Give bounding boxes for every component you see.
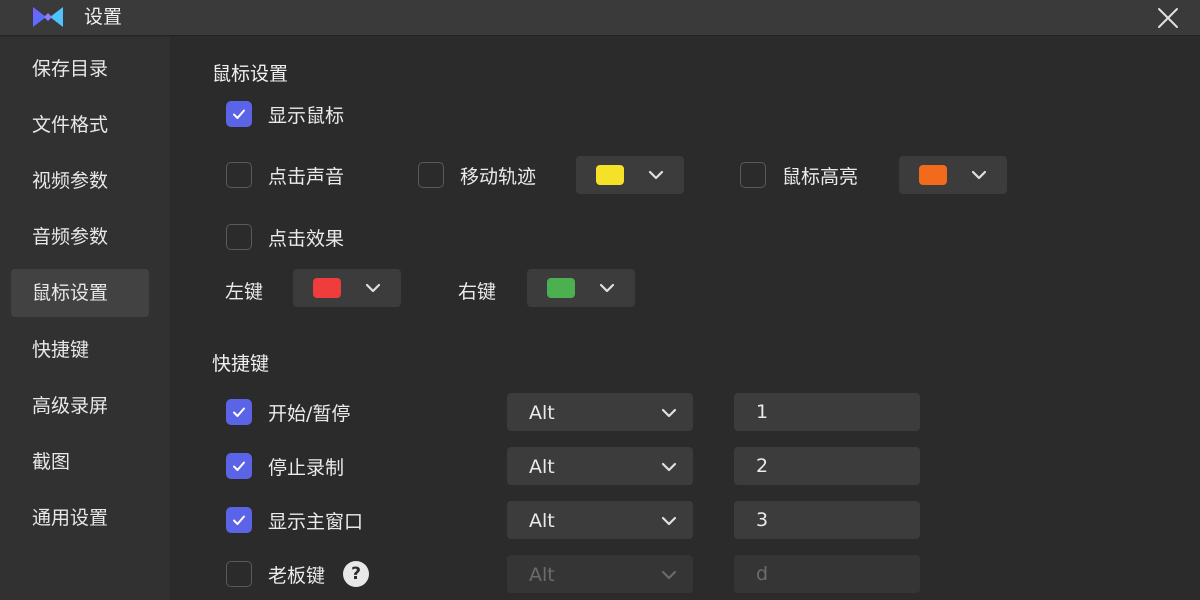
window-title: 设置 (84, 6, 123, 28)
chevron-down-icon (599, 283, 615, 293)
chevron-down-icon (661, 462, 677, 472)
click-sound-checkbox[interactable] (226, 162, 252, 188)
right-key-color-picker[interactable] (527, 269, 635, 307)
sidebar: 保存目录 文件格式 视频参数 音频参数 鼠标设置 快捷键 高级录屏 截图 通用设… (0, 37, 170, 600)
hotkey-row: 开始/暂停 (226, 398, 350, 426)
highlight-checkbox[interactable] (740, 162, 766, 188)
move-track-color-swatch (596, 165, 624, 185)
click-effect-row: 点击效果 (226, 223, 344, 251)
move-track-row: 移动轨迹 (418, 161, 536, 189)
checkmark-icon (233, 407, 245, 417)
show-cursor-checkbox[interactable] (226, 101, 252, 127)
hotkey-row: 停止录制 (226, 452, 344, 480)
hotkey-start-pause-checkbox[interactable] (226, 399, 252, 425)
hotkey-start-pause-modifier-select[interactable]: Alt (507, 393, 693, 431)
modifier-value: Alt (529, 402, 555, 424)
hotkey-boss-key-modifier-select[interactable]: Alt (507, 555, 693, 593)
chevron-down-icon (661, 516, 677, 526)
click-effect-label: 点击效果 (268, 227, 345, 250)
checkmark-icon (233, 461, 245, 471)
help-icon[interactable]: ? (343, 561, 370, 587)
right-key-label: 右键 (458, 281, 497, 303)
hotkey-start-pause-key-input[interactable]: 1 (734, 393, 920, 431)
move-track-color-picker[interactable] (576, 156, 684, 194)
sidebar-item-audio-params[interactable]: 音频参数 (11, 213, 149, 261)
hotkey-stop-recording-checkbox[interactable] (226, 453, 252, 479)
hotkey-row: 老板键 ? (226, 560, 370, 588)
left-key-color-swatch (313, 278, 341, 298)
hotkey-stop-recording-label: 停止录制 (268, 456, 345, 479)
hotkey-show-main-window-checkbox[interactable] (226, 507, 252, 533)
hotkey-boss-key-checkbox[interactable] (226, 561, 252, 587)
sidebar-item-save-directory[interactable]: 保存目录 (11, 45, 149, 93)
show-cursor-label: 显示鼠标 (268, 104, 345, 127)
click-effect-checkbox[interactable] (226, 224, 252, 250)
move-track-checkbox[interactable] (418, 162, 444, 188)
close-icon[interactable] (1154, 4, 1182, 32)
checkmark-icon (233, 515, 245, 525)
settings-window: 设置 保存目录 文件格式 视频参数 音频参数 鼠标设置 快捷键 高级录屏 截图 … (0, 0, 1200, 600)
hotkey-row: 显示主窗口 (226, 506, 363, 534)
sidebar-item-advanced-recording[interactable]: 高级录屏 (11, 382, 149, 430)
sidebar-item-hotkeys[interactable]: 快捷键 (11, 326, 149, 374)
hotkeys-section-title: 快捷键 (212, 353, 270, 375)
highlight-color-picker[interactable] (899, 156, 1007, 194)
chevron-down-icon (365, 283, 381, 293)
modifier-value: Alt (529, 510, 555, 532)
hotkey-show-main-window-modifier-select[interactable]: Alt (507, 501, 693, 539)
move-track-label: 移动轨迹 (460, 165, 537, 188)
left-key-color-picker[interactable] (293, 269, 401, 307)
sidebar-item-video-params[interactable]: 视频参数 (11, 157, 149, 205)
modifier-value: Alt (529, 564, 555, 586)
left-key-label: 左键 (225, 281, 264, 303)
click-sound-label: 点击声音 (268, 165, 345, 188)
chevron-down-icon (661, 408, 677, 418)
hotkey-boss-key-key-input[interactable]: d (734, 555, 920, 593)
checkmark-icon (233, 109, 245, 119)
chevron-down-icon (971, 170, 987, 180)
hotkey-show-main-window-label: 显示主窗口 (268, 510, 364, 533)
highlight-color-swatch (919, 165, 947, 185)
highlight-row: 鼠标高亮 (740, 161, 858, 189)
chevron-down-icon (648, 170, 664, 180)
hotkey-boss-key-label: 老板键 (268, 564, 326, 587)
sidebar-item-general-settings[interactable]: 通用设置 (11, 494, 149, 542)
modifier-value: Alt (529, 456, 555, 478)
highlight-label: 鼠标高亮 (782, 165, 859, 188)
right-key-color-swatch (547, 278, 575, 298)
click-sound-row: 点击声音 (226, 161, 344, 189)
hotkey-start-pause-label: 开始/暂停 (268, 402, 351, 425)
title-bar: 设置 (0, 0, 1200, 36)
hotkey-show-main-window-key-input[interactable]: 3 (734, 501, 920, 539)
sidebar-item-mouse-settings[interactable]: 鼠标设置 (11, 269, 149, 317)
hotkey-stop-recording-modifier-select[interactable]: Alt (507, 447, 693, 485)
show-cursor-row: 显示鼠标 (226, 100, 344, 128)
sidebar-item-screenshot[interactable]: 截图 (11, 438, 149, 486)
main-panel: 鼠标设置 显示鼠标 点击声音 移动轨迹 鼠标高亮 点击效果 左键 右键 快捷键 … (170, 37, 1200, 600)
sidebar-item-file-format[interactable]: 文件格式 (11, 101, 149, 149)
app-logo-icon (33, 7, 63, 27)
mouse-section-title: 鼠标设置 (212, 63, 289, 85)
chevron-down-icon (661, 570, 677, 580)
hotkey-stop-recording-key-input[interactable]: 2 (734, 447, 920, 485)
